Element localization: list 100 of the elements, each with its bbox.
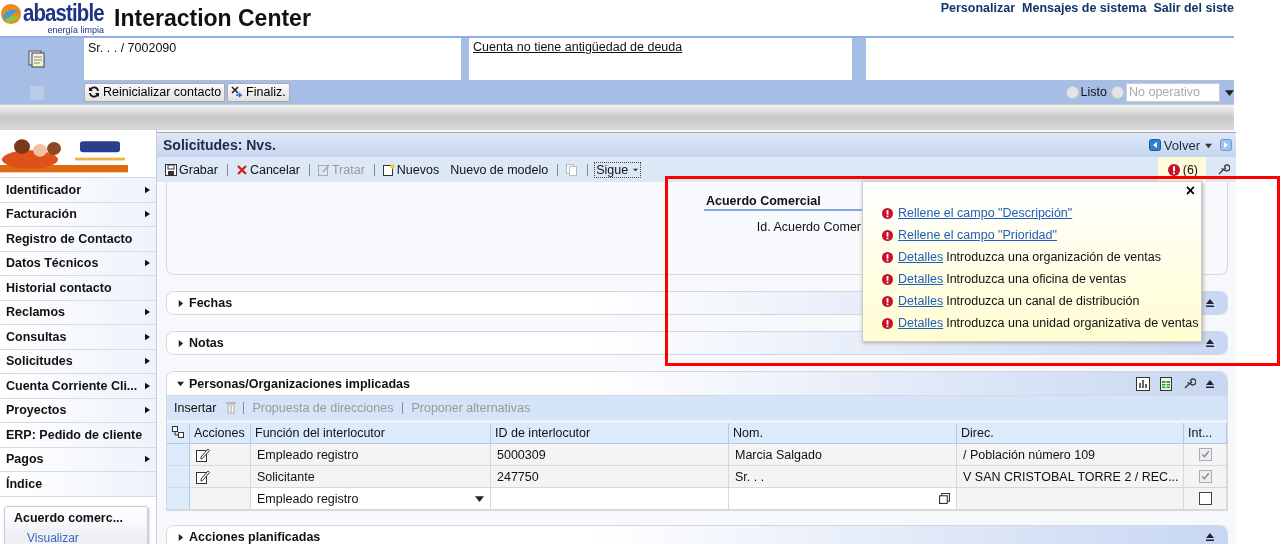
partner-function-dropdown[interactable]: Empleado registro xyxy=(251,488,491,510)
message-text: Introduzca una unidad organizativa de ventas xyxy=(946,316,1199,330)
message-link[interactable]: Detalles xyxy=(898,272,944,286)
error-icon xyxy=(882,317,893,329)
save-icon xyxy=(165,163,177,176)
checkbox[interactable] xyxy=(1198,470,1212,483)
contact-button[interactable]: Finaliz. xyxy=(227,82,290,102)
nav-menu-item[interactable]: ERP: Pedido de cliente xyxy=(0,423,156,448)
end-contact-icon xyxy=(231,86,244,98)
table-cell: Empleado registro xyxy=(251,444,491,466)
message-link[interactable]: Detalles xyxy=(898,250,944,264)
contact-info-text: Cuenta no tiene antigüedad de deuda xyxy=(473,40,683,54)
column-header[interactable]: Función del interlocutor xyxy=(251,423,491,444)
column-header[interactable]: Acciones xyxy=(190,423,251,444)
table-toolbar-button[interactable]: Insertar xyxy=(172,400,219,416)
value-help-icon[interactable] xyxy=(939,493,950,504)
nav-menu-item[interactable]: Índice xyxy=(0,472,156,497)
app-title: Interaction Center xyxy=(114,4,311,32)
error-icon xyxy=(882,207,893,219)
toolbar-button[interactable]: Grabar xyxy=(163,161,220,178)
field-label: Id. Acuerdo Comer xyxy=(756,220,861,234)
nav-menu-item[interactable]: Proyectos xyxy=(0,398,156,423)
nav-menu-item[interactable]: Cuenta Corriente Cli... xyxy=(0,374,156,399)
collapse-icon[interactable] xyxy=(1205,299,1215,307)
logo-tagline: energía limpia xyxy=(47,26,105,35)
nav-menu-item[interactable]: Registro de Contacto xyxy=(0,227,156,252)
panel-title: Personas/Organizaciones implicadas xyxy=(189,376,410,391)
copy-glyph xyxy=(566,163,579,176)
panel-title: Acciones planificadas xyxy=(189,530,321,544)
table-cell: 247750 xyxy=(491,466,729,488)
message-link[interactable]: Detalles xyxy=(898,294,944,308)
message-link[interactable]: Detalles xyxy=(898,316,944,330)
table-cell: / Población número 109 xyxy=(957,444,1184,466)
new-document-icon xyxy=(382,163,395,176)
message-text: Introduzca una oficina de ventas xyxy=(946,272,1127,286)
panel-header[interactable]: Personas/Organizaciones implicadas xyxy=(167,372,1227,396)
message-text: Introduzca un canal de distribución xyxy=(946,294,1140,308)
nav-menu-item[interactable]: Reclamos xyxy=(0,300,156,325)
collapse-icon[interactable] xyxy=(1205,379,1215,388)
edit-icon[interactable] xyxy=(196,447,210,462)
expand-arrow-icon xyxy=(177,380,184,387)
contact-info-text: Sr. . . / 7002090 xyxy=(88,41,177,55)
collapse-icon[interactable] xyxy=(1205,339,1215,347)
checkbox[interactable] xyxy=(1198,492,1212,505)
caret-icon xyxy=(475,494,484,503)
header-link[interactable]: Mensajes de sistema xyxy=(1022,1,1147,15)
edit-icon xyxy=(317,163,330,176)
view-link[interactable]: Visualizar xyxy=(5,528,147,544)
error-icon xyxy=(1167,163,1180,176)
edit-icon[interactable] xyxy=(196,469,210,484)
table-cell: 5000309 xyxy=(491,444,729,466)
header-link[interactable]: Salir del siste xyxy=(1153,1,1234,15)
error-icon xyxy=(882,295,893,307)
nav-menu-item[interactable]: Pagos xyxy=(0,447,156,472)
nav-menu-item[interactable]: Consultas xyxy=(0,325,156,350)
select-all-icon[interactable] xyxy=(172,426,184,438)
error-icon xyxy=(882,229,893,241)
header-link[interactable]: Personalizar xyxy=(940,1,1015,15)
table-cell: Solicitante xyxy=(251,466,491,488)
back-button[interactable]: Volver xyxy=(1148,137,1212,153)
checkbox[interactable] xyxy=(1198,448,1212,461)
refresh-icon xyxy=(88,86,100,98)
toolbar-button[interactable]: Nuevos xyxy=(380,161,442,178)
card-title: Acuerdo comerc... xyxy=(13,509,125,527)
column-header[interactable]: Nom. xyxy=(729,423,957,444)
logo-icon xyxy=(0,3,22,25)
collapsible-panel[interactable]: Acciones planificadas xyxy=(166,525,1228,544)
nav-menu-item[interactable]: Solicitudes xyxy=(0,349,156,374)
forward-icon[interactable] xyxy=(1220,139,1232,151)
column-header[interactable]: Int... xyxy=(1184,423,1227,444)
page-title: Solicitudes: Nvs. xyxy=(163,137,276,153)
partner-id-input[interactable] xyxy=(491,488,729,510)
toolbar-button[interactable]: Sigue xyxy=(594,161,642,178)
panel-title: Fechas xyxy=(189,296,233,310)
notes-icon[interactable] xyxy=(27,48,47,68)
nav-menu-item[interactable]: Historial contacto xyxy=(0,276,156,301)
message-link[interactable]: Rellene el campo "Prioridad" xyxy=(898,228,1057,242)
spreadsheet-icon[interactable] xyxy=(1159,376,1173,391)
collapse-icon[interactable] xyxy=(1205,533,1215,541)
nav-menu-item[interactable]: Facturación xyxy=(0,202,156,227)
caret-icon[interactable] xyxy=(1225,87,1234,97)
cancel-icon xyxy=(235,163,248,176)
nav-menu-item[interactable]: Datos Técnicos xyxy=(0,251,156,276)
column-header[interactable]: Direc. xyxy=(957,423,1184,444)
table-cell: V SAN CRISTOBAL TORRE 2 / REC... xyxy=(957,466,1184,488)
toolbar-button[interactable]: Nuevo de modelo xyxy=(448,161,551,178)
chart-icon[interactable] xyxy=(1136,376,1150,391)
name-input[interactable] xyxy=(729,488,957,510)
wrench-icon[interactable] xyxy=(1182,376,1196,391)
error-icon xyxy=(882,251,893,263)
contact-button[interactable]: Reinicializar contacto xyxy=(84,82,226,102)
panel-title: Notas xyxy=(189,336,224,350)
radio-button[interactable] xyxy=(1111,85,1124,99)
logo-name: abastible xyxy=(23,0,104,26)
expand-arrow-icon xyxy=(177,533,184,541)
status-radio[interactable] xyxy=(1065,85,1079,99)
nav-menu-item[interactable]: Identificador xyxy=(0,178,156,203)
toolbar-button[interactable]: Cancelar xyxy=(233,161,302,178)
wrench-icon[interactable] xyxy=(1216,162,1230,177)
column-header[interactable]: ID de interlocutor xyxy=(491,423,729,444)
